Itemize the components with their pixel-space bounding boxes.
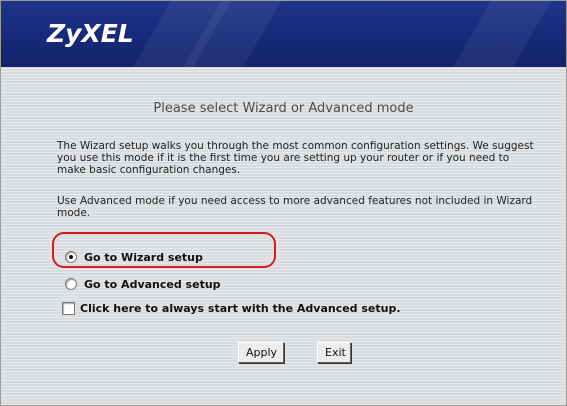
wizard-description: The Wizard setup walks you through the m… [57,140,534,176]
always-advanced-checkbox[interactable] [62,301,75,315]
advanced-description: Use Advanced mode if you need access to … [57,195,533,219]
always-advanced-option[interactable]: Click here to always start with the Adva… [62,300,401,316]
advanced-setup-radio[interactable] [65,278,77,290]
page-title: Please select Wizard or Advanced mode [153,101,414,116]
advanced-setup-label[interactable]: Go to Advanced setup [84,278,221,291]
advanced-setup-option[interactable]: Go to Advanced setup [65,276,221,292]
browser-frame: ZyXEL Please select Wizard or Advanced m… [0,0,567,406]
zyxel-logo: ZyXEL [47,19,134,48]
wizard-setup-radio[interactable] [65,251,77,263]
apply-button[interactable]: Apply [238,342,284,363]
wizard-setup-option[interactable]: Go to Wizard setup [65,249,203,265]
always-advanced-label[interactable]: Click here to always start with the Adva… [80,302,401,315]
header-decoration [445,1,557,67]
wizard-setup-label[interactable]: Go to Wizard setup [84,251,203,264]
header-banner: ZyXEL [1,1,566,67]
mode-selection-panel: Please select Wizard or Advanced mode Th… [1,67,566,405]
exit-button[interactable]: Exit [317,342,351,363]
